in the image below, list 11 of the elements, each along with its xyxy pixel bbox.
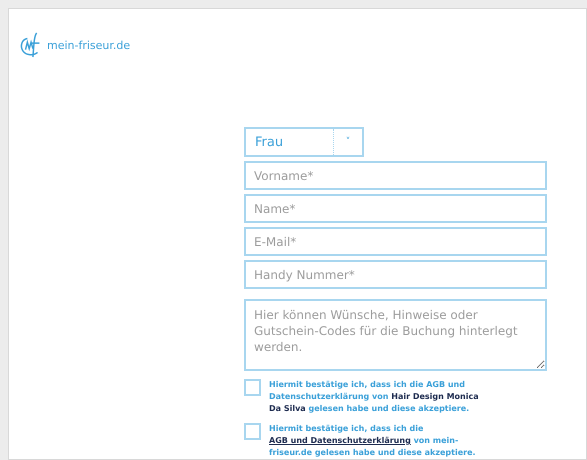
- input-field[interactable]: Vorname*: [244, 161, 547, 190]
- input-field[interactable]: E-Mail*: [244, 227, 547, 256]
- input-field[interactable]: Handy Nummer*: [244, 260, 547, 289]
- input-field[interactable]: Name*: [244, 194, 547, 223]
- notes-field[interactable]: Hier können Wünsche, Hinweise oder Gutschein-Codes für die Buchung hinterlegt werden.: [244, 299, 547, 371]
- checkbox[interactable]: [244, 379, 261, 396]
- terms-link[interactable]: AGB und Datenschutzerklärung: [269, 436, 411, 445]
- consent-text: Hiermit bestätige ich, dass ich die AGB und Datenschutzerklärung von Hair Design Monica Da Silva gelesen habe und diese akzeptiere.: [269, 379, 480, 415]
- checkbox[interactable]: [244, 423, 261, 440]
- consent-text: Hiermit bestätige ich, dass ich die AGB und Datenschutzerklärung von mein-friseur.de gelesen habe und diese akzeptiere.: [269, 423, 477, 459]
- logo-text: mein-friseur.de: [47, 38, 130, 52]
